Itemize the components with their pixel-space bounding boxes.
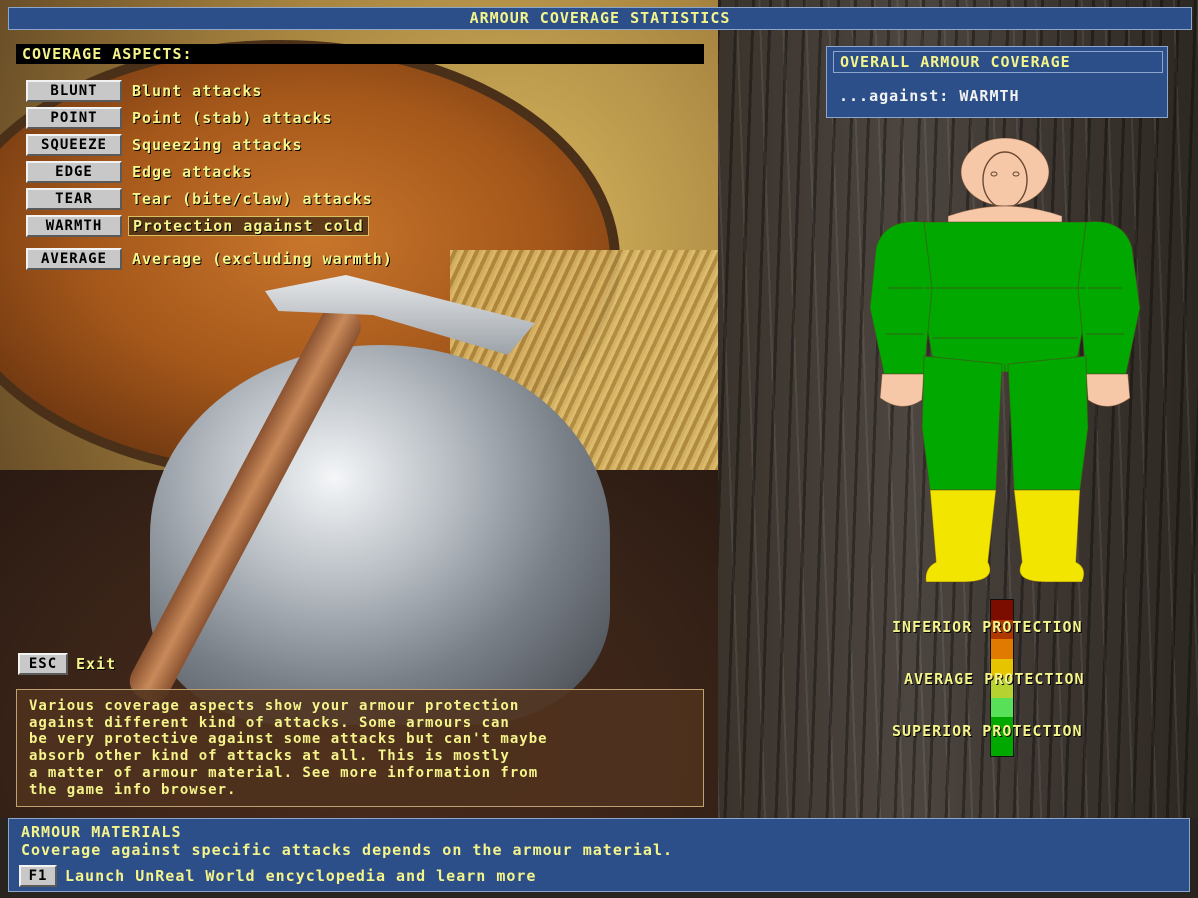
aspect-label[interactable]: Average (excluding warmth)	[128, 248, 397, 270]
info-line: against different kind of attacks. Some …	[29, 714, 510, 731]
info-line: Various coverage aspects show your armou…	[29, 698, 520, 714]
scale-segment	[991, 600, 1013, 620]
aspect-label[interactable]: Squeezing attacks	[128, 134, 307, 156]
window-title: ARMOUR COVERAGE STATISTICS	[8, 7, 1192, 30]
foot-left-part	[925, 489, 997, 583]
footer-panel: ARMOUR MATERIALS Coverage against specif…	[8, 818, 1190, 892]
leg-left-part	[921, 355, 1003, 491]
aspect-row-blunt[interactable]: BLUNT Blunt attacks	[26, 80, 266, 102]
coverage-aspects-heading: COVERAGE ASPECTS:	[16, 44, 704, 64]
torso-part	[921, 221, 1089, 373]
head-part	[960, 138, 1050, 207]
squeeze-key-button[interactable]: SQUEEZE	[26, 134, 122, 156]
scale-segment	[991, 639, 1013, 659]
exit-row[interactable]: ESC Exit	[18, 653, 120, 675]
esc-key-button[interactable]: ESC	[18, 653, 68, 675]
leg-right-part	[1007, 355, 1089, 491]
aspect-row-tear[interactable]: TEAR Tear (bite/claw) attacks	[26, 188, 377, 210]
footer-text: Coverage against specific attacks depend…	[21, 841, 673, 859]
tear-key-button[interactable]: TEAR	[26, 188, 122, 210]
arm-left-part	[869, 221, 933, 375]
inferior-protection-label: INFERIOR PROTECTION	[892, 618, 1083, 636]
foot-right-part	[1013, 489, 1085, 583]
scale-segment	[991, 697, 1013, 717]
blunt-key-button[interactable]: BLUNT	[26, 80, 122, 102]
aspect-row-warmth[interactable]: WARMTH Protection against cold	[26, 215, 369, 237]
aspect-row-average[interactable]: AVERAGE Average (excluding warmth)	[26, 248, 397, 270]
f1-key-button[interactable]: F1	[19, 865, 57, 887]
exit-label[interactable]: Exit	[72, 653, 120, 675]
aspect-row-point[interactable]: POINT Point (stab) attacks	[26, 107, 337, 129]
hand-left-part	[879, 373, 925, 407]
superior-protection-label: SUPERIOR PROTECTION	[892, 722, 1083, 740]
aspect-label[interactable]: Point (stab) attacks	[128, 107, 337, 129]
point-key-button[interactable]: POINT	[26, 107, 122, 129]
aspect-label[interactable]: Edge attacks	[128, 161, 256, 183]
aspect-label-selected[interactable]: Protection against cold	[128, 216, 369, 236]
info-line: the game info browser.	[29, 781, 237, 798]
info-text-box: Various coverage aspects show your armou…	[16, 689, 704, 807]
encyclopedia-label[interactable]: Launch UnReal World encyclopedia and lea…	[61, 865, 540, 887]
arm-right-part	[1077, 221, 1141, 375]
aspect-label[interactable]: Tear (bite/claw) attacks	[128, 188, 377, 210]
average-key-button[interactable]: AVERAGE	[26, 248, 122, 270]
aspect-row-edge[interactable]: EDGE Edge attacks	[26, 161, 256, 183]
info-line: a matter of armour material. See more in…	[29, 764, 539, 781]
info-line: be very protective against some attacks …	[29, 731, 548, 748]
overall-coverage-value: ...against: WARMTH	[839, 87, 1020, 105]
hand-right-part	[1085, 373, 1131, 407]
aspect-label[interactable]: Blunt attacks	[128, 80, 266, 102]
footer-heading: ARMOUR MATERIALS	[21, 823, 182, 841]
average-protection-label: AVERAGE PROTECTION	[904, 670, 1085, 688]
warmth-key-button[interactable]: WARMTH	[26, 215, 122, 237]
edge-key-button[interactable]: EDGE	[26, 161, 122, 183]
body-coverage-figure	[869, 138, 1141, 583]
info-line: absorb other kind of attacks at all. Thi…	[29, 748, 510, 765]
aspect-row-squeeze[interactable]: SQUEEZE Squeezing attacks	[26, 134, 307, 156]
encyclopedia-row[interactable]: F1 Launch UnReal World encyclopedia and …	[19, 865, 540, 887]
overall-coverage-heading: OVERALL ARMOUR COVERAGE	[833, 51, 1163, 73]
overall-coverage-panel: OVERALL ARMOUR COVERAGE ...against: WARM…	[826, 46, 1168, 118]
